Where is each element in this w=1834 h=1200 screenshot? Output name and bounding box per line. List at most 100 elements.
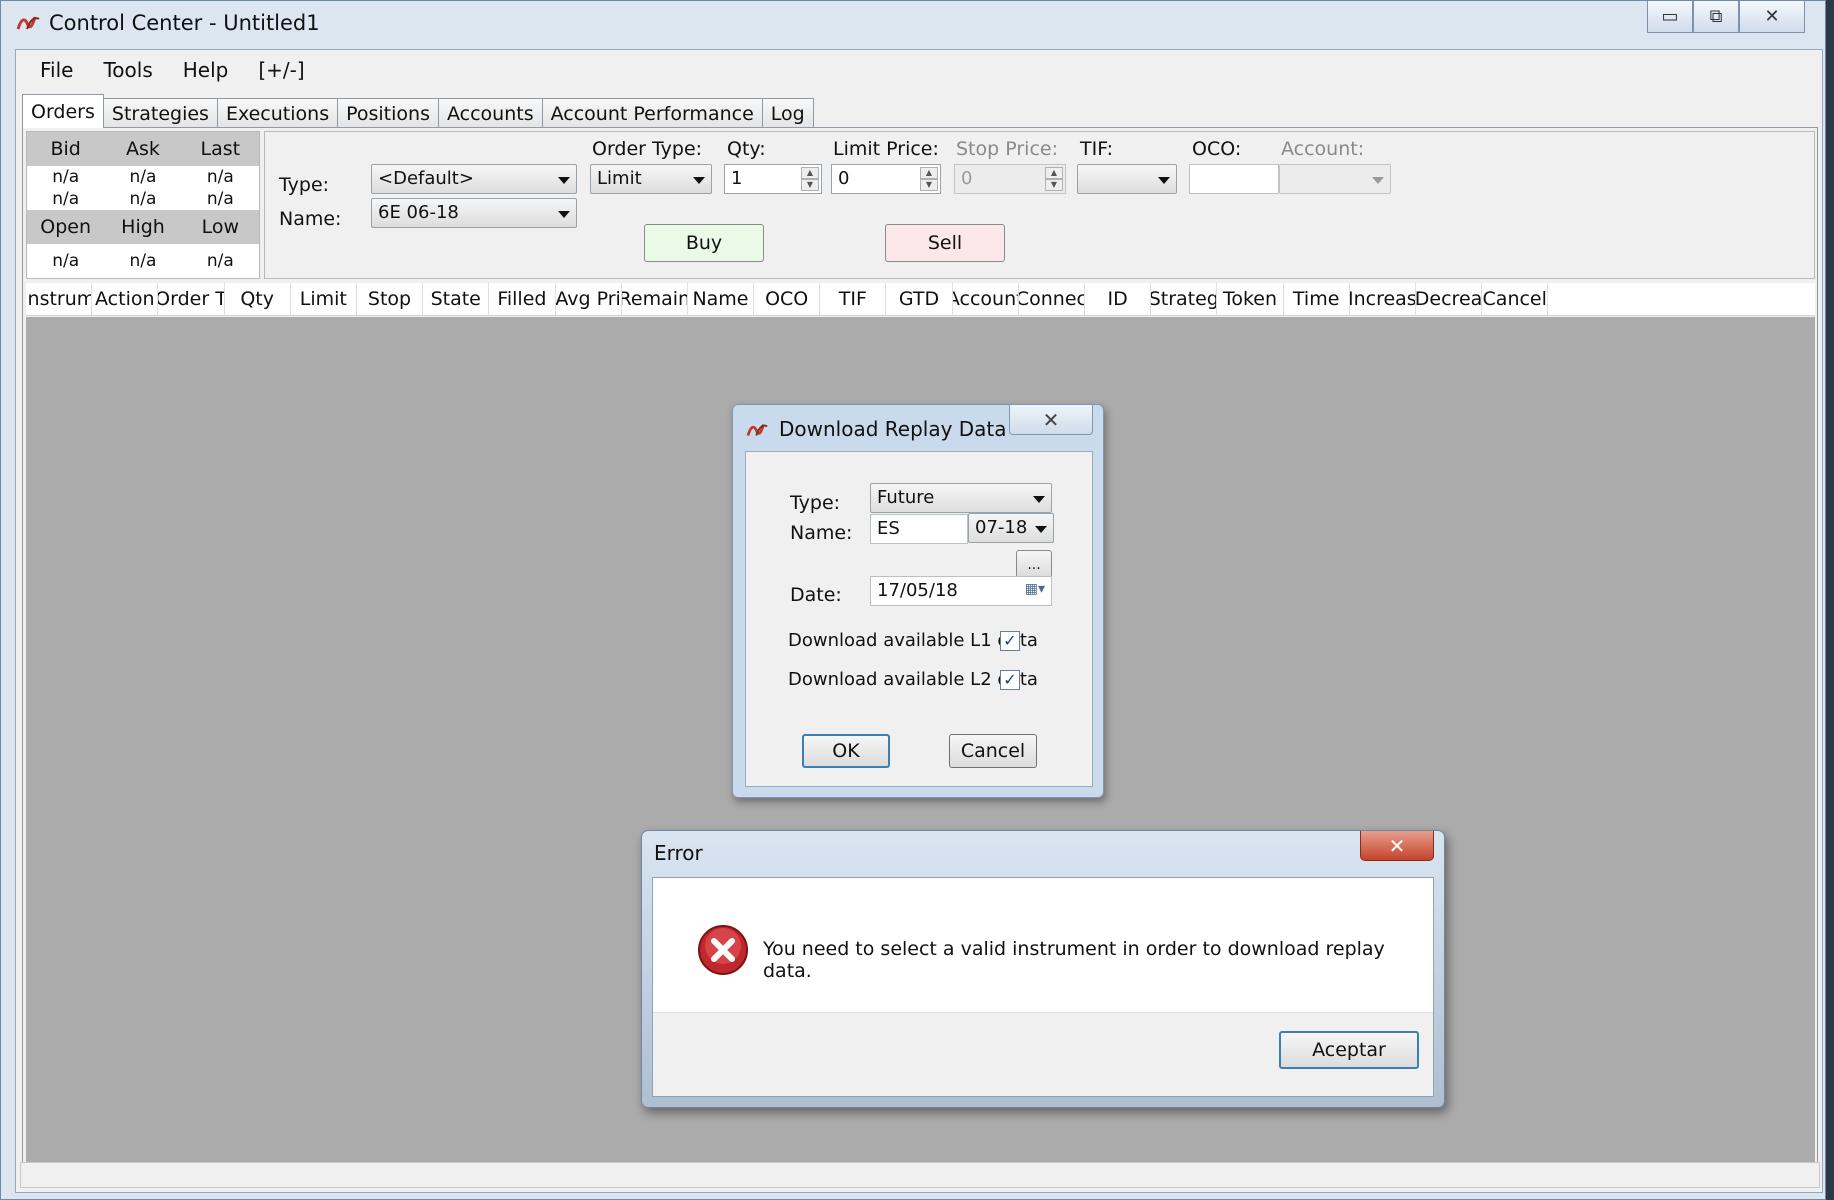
column-header[interactable]: Decrea: [1416, 283, 1483, 315]
column-header[interactable]: Time: [1284, 283, 1350, 315]
column-header[interactable]: Instrum: [26, 283, 93, 315]
menu-help[interactable]: Help: [183, 58, 229, 82]
replay-expiry-value: 07-18: [975, 517, 1028, 538]
replay-date-value: 17/05/18: [877, 580, 958, 601]
ok-button[interactable]: OK: [802, 734, 890, 768]
error-close-button[interactable]: ✕: [1360, 831, 1434, 861]
replay-name-input[interactable]: ES: [870, 514, 968, 544]
spin-down-icon[interactable]: ▼: [801, 179, 819, 191]
tif-combo[interactable]: [1077, 164, 1177, 194]
minimize-button[interactable]: ▭: [1647, 1, 1693, 33]
error-message: You need to select a valid instrument in…: [763, 938, 1385, 982]
error-dialog: Error ✕ You need to select a valid instr…: [641, 830, 1445, 1108]
account-combo[interactable]: [1279, 164, 1391, 194]
l1-data-checkbox[interactable]: ✓: [1000, 631, 1020, 651]
order-type-label: Order Type:: [592, 138, 703, 160]
menu-file[interactable]: File: [40, 58, 73, 82]
tab-account-performance[interactable]: Account Performance: [541, 98, 763, 128]
column-header[interactable]: Order T: [158, 283, 225, 315]
instrument-name-combo[interactable]: 6E 06-18: [371, 198, 577, 228]
stop-price-stepper[interactable]: 0 ▲ ▼: [954, 164, 1066, 194]
chevron-down-icon: [558, 211, 570, 218]
limit-price-value: 0: [838, 168, 850, 189]
column-header[interactable]: Account: [953, 283, 1019, 315]
column-header[interactable]: Increas: [1350, 283, 1416, 315]
column-header[interactable]: Avg Pri: [556, 283, 622, 315]
spin-down-icon[interactable]: ▼: [1045, 179, 1063, 191]
spin-down-icon[interactable]: ▼: [920, 179, 938, 191]
limit-price-stepper[interactable]: 0 ▲ ▼: [831, 164, 941, 194]
spin-up-icon[interactable]: ▲: [1045, 167, 1063, 179]
cancel-button[interactable]: Cancel: [949, 734, 1037, 768]
chevron-down-icon: [1035, 526, 1047, 533]
tab-strip: Orders Strategies Executions Positions A…: [22, 94, 814, 128]
l2-data-checkbox[interactable]: ✓: [1000, 670, 1020, 690]
column-header[interactable]: Action: [92, 283, 159, 315]
column-header[interactable]: TIF: [820, 283, 887, 315]
spin-up-icon[interactable]: ▲: [920, 167, 938, 179]
tab-log[interactable]: Log: [761, 98, 814, 128]
tab-executions[interactable]: Executions: [216, 98, 339, 128]
status-bar: [20, 1162, 1820, 1188]
replay-expiry-combo[interactable]: 07-18: [968, 513, 1054, 543]
column-header[interactable]: ID: [1085, 283, 1152, 315]
order-type-combo[interactable]: Limit: [590, 164, 712, 194]
column-header[interactable]: Remain: [622, 283, 688, 315]
menu-expand-toggle[interactable]: [+/-]: [258, 58, 304, 82]
close-icon: ✕: [1764, 6, 1780, 27]
stop-price-label: Stop Price:: [956, 138, 1058, 160]
column-header[interactable]: Limit: [291, 283, 357, 315]
column-header[interactable]: Cancel: [1482, 283, 1549, 315]
oco-input[interactable]: [1189, 164, 1279, 194]
tab-positions[interactable]: Positions: [337, 98, 439, 128]
spin-up-icon[interactable]: ▲: [801, 167, 819, 179]
column-header[interactable]: GTD: [886, 283, 953, 315]
tif-label: TIF:: [1080, 138, 1114, 160]
quote-header-bid: Bid: [50, 138, 81, 160]
column-header[interactable]: Strateg: [1151, 283, 1218, 315]
qty-stepper[interactable]: 1 ▲ ▼: [724, 164, 822, 194]
quote-header-last: Last: [200, 138, 241, 160]
replay-date-picker[interactable]: 17/05/18 ▦▾: [870, 576, 1052, 606]
type-combo[interactable]: <Default>: [371, 164, 577, 194]
dialog-title: Download Replay Data: [779, 417, 1007, 441]
close-window-button[interactable]: ✕: [1739, 1, 1805, 33]
buy-button[interactable]: Buy: [644, 224, 764, 262]
column-header[interactable]: Connec: [1019, 283, 1085, 315]
quote-value: n/a: [206, 251, 234, 271]
column-header[interactable]: State: [423, 283, 490, 315]
window-title: Control Center - Untitled1: [49, 11, 320, 35]
quote-row: n/a n/a n/a: [27, 188, 259, 210]
sell-button[interactable]: Sell: [885, 224, 1005, 262]
restore-icon: ⧉: [1709, 6, 1723, 27]
replay-name-label: Name:: [790, 522, 853, 544]
title-bar[interactable]: Control Center - Untitled1 ▭ ⧉ ✕: [1, 1, 1825, 47]
calendar-dropdown-icon[interactable]: ▦▾: [1025, 581, 1045, 597]
replay-type-value: Future: [877, 487, 935, 508]
tab-orders[interactable]: Orders: [22, 94, 104, 128]
replay-type-label: Type:: [790, 492, 841, 514]
quote-row: n/a n/a n/a: [27, 166, 259, 188]
quote-value: n/a: [52, 189, 80, 209]
tab-strategies[interactable]: Strategies: [102, 98, 218, 128]
close-icon: ✕: [1042, 407, 1060, 432]
accept-button[interactable]: Aceptar: [1279, 1031, 1419, 1069]
browse-instrument-button[interactable]: ...: [1016, 550, 1052, 578]
column-header[interactable]: Token: [1217, 283, 1284, 315]
tab-accounts[interactable]: Accounts: [437, 98, 543, 128]
menu-bar: File Tools Help [+/-]: [16, 50, 1822, 90]
replay-type-combo[interactable]: Future: [870, 483, 1052, 513]
column-header[interactable]: Stop: [357, 283, 424, 315]
column-header[interactable]: Qty: [225, 283, 291, 315]
menu-tools[interactable]: Tools: [103, 58, 152, 82]
column-header[interactable]: Name: [688, 283, 755, 315]
quote-header-bottom: Open High Low: [27, 210, 259, 244]
qty-label: Qty:: [727, 138, 766, 160]
instrument-name-value: 6E 06-18: [378, 202, 459, 223]
dialog-close-button[interactable]: ✕: [1009, 405, 1093, 435]
error-dialog-title: Error: [654, 841, 703, 865]
column-header[interactable]: OCO: [754, 283, 821, 315]
maximize-button[interactable]: ⧉: [1693, 1, 1739, 33]
order-type-value: Limit: [597, 168, 642, 189]
column-header[interactable]: Filled: [489, 283, 556, 315]
